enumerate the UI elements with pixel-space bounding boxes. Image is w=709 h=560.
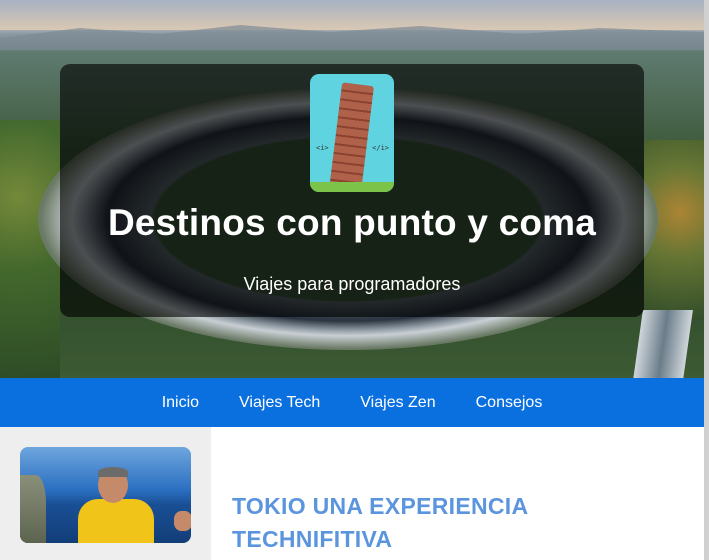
- hero-mountains: [0, 20, 704, 50]
- main-nav: Inicio Viajes Tech Viajes Zen Consejos: [0, 378, 704, 427]
- post-title[interactable]: TOKIO UNA EXPERIENCIA TECHNIFITIVA: [232, 490, 672, 556]
- photo-hand: [174, 511, 191, 531]
- nav-item-viajes-zen[interactable]: Viajes Zen: [360, 394, 435, 412]
- logo-code-right: </i>: [372, 144, 389, 152]
- page-scrollbar[interactable]: [704, 0, 709, 560]
- mountains-shape: [0, 25, 704, 50]
- photo-rock: [20, 475, 46, 543]
- site-title[interactable]: Destinos con punto y coma: [60, 202, 644, 244]
- site-tagline: Viajes para programadores: [243, 274, 461, 294]
- nav-item-inicio[interactable]: Inicio: [162, 394, 199, 412]
- page: <i> </i> Destinos con punto y coma Viaje…: [0, 0, 704, 560]
- nav-item-consejos[interactable]: Consejos: [476, 394, 543, 412]
- scrollbar-thumb[interactable]: [704, 0, 709, 560]
- header-hero: <i> </i> Destinos con punto y coma Viaje…: [0, 0, 704, 378]
- photo-person: [78, 467, 158, 543]
- photo-hair: [98, 467, 128, 477]
- leaning-tower-icon: [330, 82, 374, 186]
- logo-code-left: <i>: [316, 144, 329, 152]
- nav-item-viajes-tech[interactable]: Viajes Tech: [239, 394, 320, 412]
- logo-grass: [310, 182, 394, 192]
- hero-road: [633, 310, 693, 378]
- author-photo: [20, 447, 191, 543]
- photo-shirt: [78, 499, 154, 543]
- site-logo[interactable]: <i> </i>: [310, 74, 394, 192]
